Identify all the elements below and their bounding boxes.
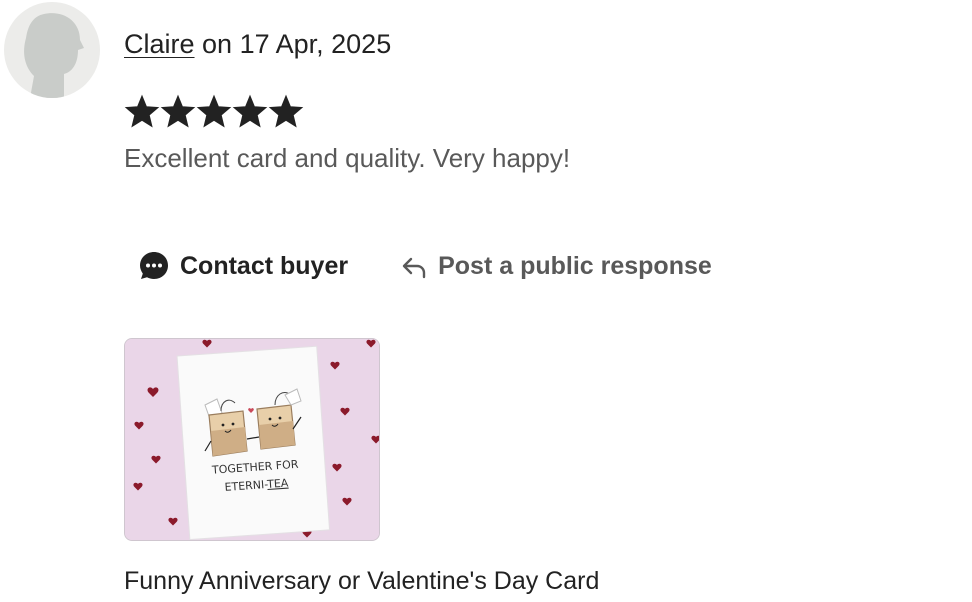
review-text: Excellent card and quality. Very happy! [124,143,571,173]
post-public-response-label: Post a public response [438,251,712,280]
star-icon [160,94,196,128]
contact-buyer-label: Contact buyer [180,251,349,280]
product-thumbnail[interactable]: TOGETHER FOR ETERNI-TEA [124,338,380,541]
reviewer-name-link[interactable]: Claire [124,29,195,59]
reply-arrow-icon [402,257,426,279]
post-public-response-button[interactable]: Post a public response [400,244,712,288]
person-silhouette-icon [24,13,84,98]
star-icon [232,94,268,128]
product-image: TOGETHER FOR ETERNI-TEA [125,339,379,540]
reviewer-avatar [4,2,100,98]
star-icon [196,94,232,128]
star-icon [268,94,304,128]
product-title-link[interactable]: Funny Anniversary or Valentine's Day Car… [124,563,599,599]
contact-buyer-button[interactable]: Contact buyer [138,244,348,288]
review-actions: Contact buyer Post a public response [138,244,712,288]
star-icon [124,94,160,128]
review-header: Claire on 17 Apr, 2025 [124,26,391,62]
review-date: on 17 Apr, 2025 [194,29,392,59]
greeting-card [176,345,331,540]
chat-bubble-icon [140,252,168,279]
star-rating [124,92,304,134]
